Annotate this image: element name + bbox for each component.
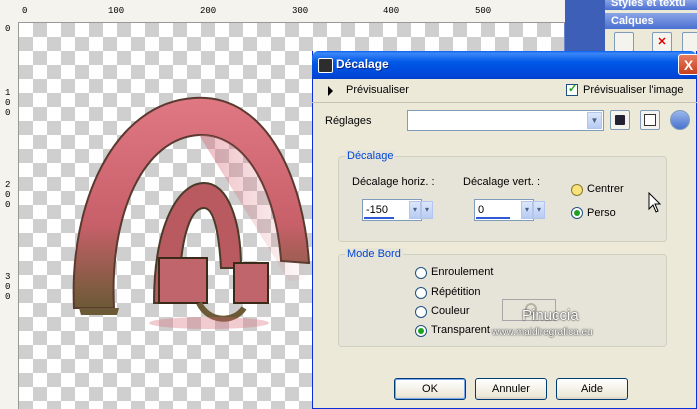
ruler-label: 100 xyxy=(5,88,11,118)
settings-label: Réglages xyxy=(325,115,372,127)
custom-radio[interactable] xyxy=(571,207,583,219)
reset-icon[interactable] xyxy=(670,110,690,130)
ruler-label: 100 xyxy=(108,6,125,16)
transparent-label: Transparent xyxy=(431,324,490,336)
repeat-label: Répétition xyxy=(431,286,481,298)
edge-mode-title: Mode Bord xyxy=(345,248,403,260)
ok-button[interactable]: OK xyxy=(394,378,466,400)
color-label: Couleur xyxy=(431,305,470,317)
ruler-label: 400 xyxy=(383,6,400,16)
horiz-offset-slider[interactable] xyxy=(364,217,394,219)
preview-button[interactable]: Prévisualiser xyxy=(346,84,409,96)
app-icon xyxy=(318,58,333,73)
vert-offset-label: Décalage vert. : xyxy=(463,176,541,188)
preview-image-label: Prévisualiser l'image xyxy=(583,84,684,96)
center-label: Centrer xyxy=(587,183,624,195)
repeat-radio[interactable] xyxy=(415,287,427,299)
layer-visibility-icon[interactable] xyxy=(682,32,697,52)
chevron-down-icon[interactable]: ▼ xyxy=(587,112,602,129)
checkmark-icon: ✓ xyxy=(568,83,578,95)
ruler-label: 200 xyxy=(200,6,217,16)
vert-offset-spinner-icon[interactable]: ▾ xyxy=(521,201,533,219)
random-dice-icon[interactable] xyxy=(640,110,660,130)
watermark-name: Pinuccia xyxy=(522,307,579,324)
wrap-label: Enroulement xyxy=(431,266,494,278)
ruler-label: 0 xyxy=(5,24,11,34)
ruler-label: 200 xyxy=(5,180,11,210)
cancel-button[interactable]: Annuler xyxy=(475,378,547,400)
ruler-label: 300 xyxy=(292,6,309,16)
vert-offset-slider[interactable] xyxy=(476,217,510,219)
ruler-label: 300 xyxy=(5,272,11,302)
save-preset-icon[interactable] xyxy=(610,110,630,130)
mouse-cursor-icon xyxy=(648,192,662,213)
center-radio[interactable] xyxy=(571,184,583,196)
new-layer-icon[interactable] xyxy=(614,32,634,52)
expand-arrow-icon[interactable] xyxy=(328,86,333,96)
custom-label: Perso xyxy=(587,207,616,219)
settings-dropdown[interactable]: ▼ xyxy=(407,110,604,131)
horiz-offset-dropdown-icon[interactable]: ▾ xyxy=(421,201,433,219)
color-radio[interactable] xyxy=(415,306,427,318)
offset-group-title: Décalage xyxy=(345,150,396,162)
preview-image-checkbox[interactable]: ✓ xyxy=(566,83,578,96)
horiz-offset-value: -150 xyxy=(366,204,389,216)
styles-palette-title[interactable]: Styles et textu xyxy=(605,0,697,10)
dialog-title: Décalage xyxy=(336,57,389,71)
horizontal-ruler: 0 100 200 300 400 500 xyxy=(0,0,565,23)
vertical-ruler: 0 100 200 300 xyxy=(0,22,19,409)
ruler-label: 0 xyxy=(22,6,28,16)
help-button[interactable]: Aide xyxy=(556,378,628,400)
watermark-site: www.maidiregrafica.eu xyxy=(492,327,593,338)
transparent-radio[interactable] xyxy=(415,325,427,337)
layers-palette-title[interactable]: Calques xyxy=(605,13,697,29)
horiz-offset-spinner-icon[interactable]: ▾ xyxy=(409,201,421,219)
horiz-offset-label: Décalage horiz. : xyxy=(352,176,435,188)
vert-offset-dropdown-icon[interactable]: ▾ xyxy=(533,201,545,219)
divider xyxy=(312,102,697,103)
close-button[interactable]: X xyxy=(678,54,697,75)
ruler-label: 500 xyxy=(475,6,492,16)
vert-offset-value: 0 xyxy=(478,204,485,216)
wrap-radio[interactable] xyxy=(415,267,427,279)
delete-layer-icon[interactable]: ✕ xyxy=(652,32,672,52)
